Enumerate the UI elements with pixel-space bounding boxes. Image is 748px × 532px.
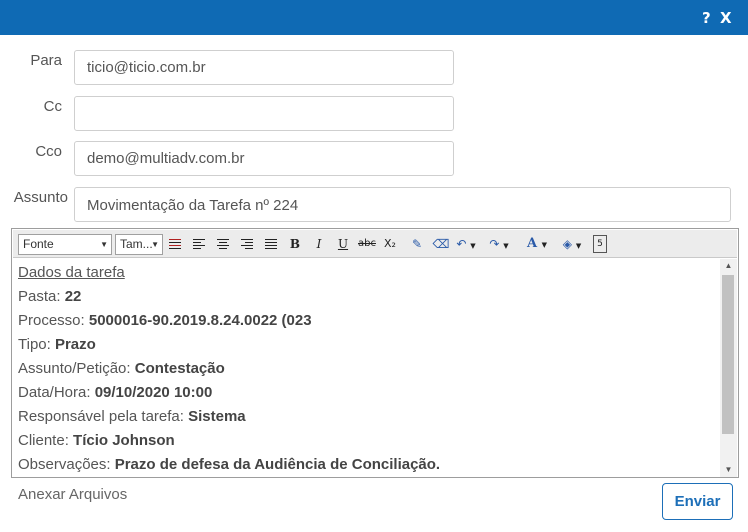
- chevron-down-icon: ▼: [151, 240, 159, 249]
- body-line: Cliente: Tício Johnson: [18, 429, 718, 453]
- send-button[interactable]: Enviar: [662, 483, 733, 520]
- cco-label: Cco: [35, 143, 62, 160]
- field-label: Cliente:: [18, 432, 74, 449]
- body-line: Observações: Prazo de defesa da Audiênci…: [18, 453, 718, 475]
- para-field[interactable]: ticio@ticio.com.br: [74, 50, 454, 85]
- subscript-button[interactable]: X₂: [382, 235, 398, 253]
- assunto-field[interactable]: Movimentação da Tarefa nº 224: [74, 187, 731, 222]
- scroll-up-icon[interactable]: ▲: [720, 259, 737, 273]
- vertical-scrollbar[interactable]: ▲ ▼: [720, 259, 737, 477]
- scroll-down-icon[interactable]: ▼: [720, 463, 737, 477]
- font-color-button[interactable]: A ▼: [521, 235, 553, 253]
- remove-format-icon[interactable]: ⌫: [432, 235, 450, 253]
- editor-toolbar: Fonte ▼ Tam... ▼ B I U abc X₂ ✎ ⌫ ↶ ▼ ↷ …: [13, 230, 737, 258]
- field-value: 22: [64, 288, 82, 305]
- font-select-value: Fonte: [23, 237, 54, 251]
- cc-label: Cc: [43, 98, 62, 115]
- body-line: Tipo: Prazo: [18, 333, 718, 357]
- field-label: Data/Hora:: [18, 384, 95, 401]
- font-select[interactable]: Fonte ▼: [18, 234, 112, 255]
- scroll-thumb[interactable]: [722, 275, 734, 434]
- field-label: Observações:: [18, 456, 115, 473]
- redo-icon[interactable]: ↷ ▼: [487, 235, 511, 253]
- cco-field[interactable]: demo@multiadv.com.br: [74, 141, 454, 176]
- body-line: Responsável pela tarefa: Sistema: [18, 405, 718, 429]
- help-icon[interactable]: ?: [702, 9, 711, 27]
- body-line: Data/Hora: 09/10/2020 10:00: [18, 381, 718, 405]
- field-label: Responsável pela tarefa:: [18, 408, 189, 425]
- field-value: Prazo: [54, 336, 96, 353]
- dialog-titlebar: ? X: [0, 0, 748, 35]
- chevron-down-icon: ▼: [100, 240, 108, 249]
- field-value: Prazo de defesa da Audiência de Concilia…: [114, 456, 441, 473]
- source-code-icon[interactable]: 5: [593, 235, 607, 253]
- strikethrough-button[interactable]: abc: [356, 235, 378, 253]
- field-value: 5000016-90.2019.8.24.0022 (023: [88, 312, 312, 329]
- para-label: Para: [30, 52, 62, 69]
- message-body[interactable]: Dados da tarefa Pasta: 22 Processo: 5000…: [18, 261, 718, 475]
- align-justify-icon[interactable]: [265, 239, 277, 249]
- field-value: Tício Johnson: [73, 432, 175, 449]
- close-icon[interactable]: X: [720, 9, 732, 27]
- assunto-label: Assunto: [13, 189, 68, 206]
- field-label: Processo:: [18, 312, 89, 329]
- cc-field[interactable]: [74, 96, 454, 131]
- body-line: Processo: 5000016-90.2019.8.24.0022 (023: [18, 309, 718, 333]
- field-label: Tipo:: [18, 336, 55, 353]
- field-value: Contestação: [134, 360, 225, 377]
- align-center-icon[interactable]: [217, 239, 229, 249]
- attach-files-link[interactable]: Anexar Arquivos: [18, 486, 127, 503]
- align-right-icon[interactable]: [241, 239, 253, 249]
- body-line: Pasta: 22: [18, 285, 718, 309]
- underline-button[interactable]: U: [336, 235, 350, 253]
- size-select[interactable]: Tam... ▼: [115, 234, 163, 255]
- body-heading: Dados da tarefa: [18, 261, 718, 285]
- highlight-color-icon[interactable]: ◈ ▼: [558, 235, 586, 253]
- align-left-icon[interactable]: [193, 239, 205, 249]
- field-value: 09/10/2020 10:00: [94, 384, 213, 401]
- heading-text: Dados da tarefa: [18, 264, 125, 281]
- font-color-label: A: [526, 236, 538, 251]
- field-value: Sistema: [188, 408, 246, 425]
- italic-button[interactable]: I: [312, 235, 326, 253]
- clear-format-icon[interactable]: [169, 239, 181, 249]
- size-select-value: Tam...: [120, 237, 153, 251]
- message-editor[interactable]: Fonte ▼ Tam... ▼ B I U abc X₂ ✎ ⌫ ↶ ▼ ↷ …: [11, 228, 739, 478]
- field-label: Assunto/Petição:: [18, 360, 135, 377]
- body-line: Assunto/Petição: Contestação: [18, 357, 718, 381]
- field-label: Pasta:: [18, 288, 65, 305]
- spellcheck-icon[interactable]: ✎: [408, 235, 426, 253]
- bold-button[interactable]: B: [288, 235, 302, 253]
- undo-icon[interactable]: ↶ ▼: [454, 235, 478, 253]
